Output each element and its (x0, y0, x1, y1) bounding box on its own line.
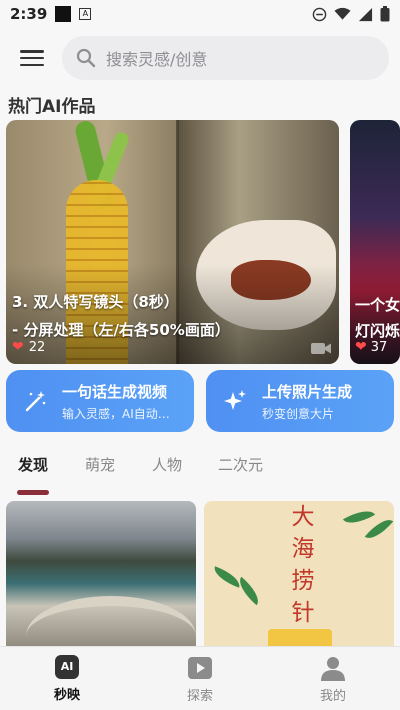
video-camera-icon (311, 343, 331, 354)
poster-text: 大海捞针 (291, 504, 315, 626)
magic-wand-icon (25, 391, 46, 412)
upload-photo-button[interactable]: 上传照片生成 秒变创意大片 (206, 370, 394, 432)
wifi-icon (334, 7, 351, 20)
notification-square-icon (55, 6, 72, 22)
play-icon (188, 657, 212, 679)
search-placeholder: 搜索灵感/创意 (106, 50, 208, 69)
tab-underline (17, 490, 49, 495)
ai-icon: AI (55, 655, 79, 679)
status-bar: 2:39 A (0, 0, 400, 28)
grid-card-poster[interactable]: 大海捞针 (204, 501, 394, 651)
sparkle-icon (224, 390, 246, 410)
action-title: 一句话生成视频 (62, 382, 168, 401)
tab-discover[interactable]: 发现 (18, 454, 48, 475)
do-not-disturb-icon (312, 7, 327, 21)
status-time: 2:39 (10, 5, 48, 23)
dam-image (26, 596, 196, 651)
nav-label: 探索 (186, 689, 213, 704)
like-number: 22 (28, 339, 46, 355)
nav-label: 秒映 (53, 688, 80, 703)
featured-card[interactable]: 3. 双人特写镜头（8秒） - 分屏处理（左/右各50%画面） ❤ 22 (6, 120, 339, 364)
card-title: 一个女 灯闪烁 (355, 296, 400, 340)
tab-anime[interactable]: 二次元 (218, 454, 263, 475)
action-subtitle: 输入灵感，AI自动生成 (62, 406, 180, 421)
menu-icon[interactable] (20, 48, 44, 68)
featured-card-next[interactable]: 一个女 灯闪烁 ❤ 37 (350, 120, 400, 364)
leaf-image (364, 513, 394, 545)
leaf-image (343, 504, 375, 530)
like-count[interactable]: ❤ 22 (12, 339, 45, 355)
text-to-video-button[interactable]: 一句话生成视频 输入灵感，AI自动生成 (6, 370, 194, 432)
action-title: 上传照片生成 (262, 382, 353, 401)
header: 搜索灵感/创意 (0, 36, 400, 80)
leaf-image (210, 566, 244, 588)
search-input[interactable]: 搜索灵感/创意 (62, 36, 389, 80)
battery-icon (380, 6, 390, 22)
bottom-nav: AI 秒映 探索 我的 (0, 646, 400, 710)
like-count[interactable]: ❤ 37 (355, 339, 387, 355)
action-subtitle: 秒变创意大片 (262, 406, 335, 421)
heart-icon: ❤ (355, 339, 367, 355)
search-icon (76, 48, 96, 68)
grid-card-dam[interactable] (6, 501, 196, 651)
card-title: 3. 双人特写镜头（8秒） - 分屏处理（左/右各50%画面） (12, 293, 230, 339)
notification-a-icon: A (79, 8, 92, 20)
section-title: 热门AI作品 (8, 97, 96, 117)
heart-icon: ❤ (12, 339, 24, 355)
signal-icon (358, 7, 373, 21)
status-icons (312, 6, 390, 22)
category-tabs: 发现 萌宠 人物 二次元 (0, 454, 400, 495)
nav-home[interactable]: AI 秒映 (27, 655, 107, 703)
tab-pets[interactable]: 萌宠 (85, 454, 115, 475)
nav-label: 我的 (319, 689, 346, 704)
tab-people[interactable]: 人物 (152, 454, 182, 475)
like-number: 37 (370, 339, 388, 355)
nav-profile[interactable]: 我的 (293, 655, 373, 704)
nav-explore[interactable]: 探索 (160, 655, 240, 704)
person-icon (321, 657, 345, 681)
